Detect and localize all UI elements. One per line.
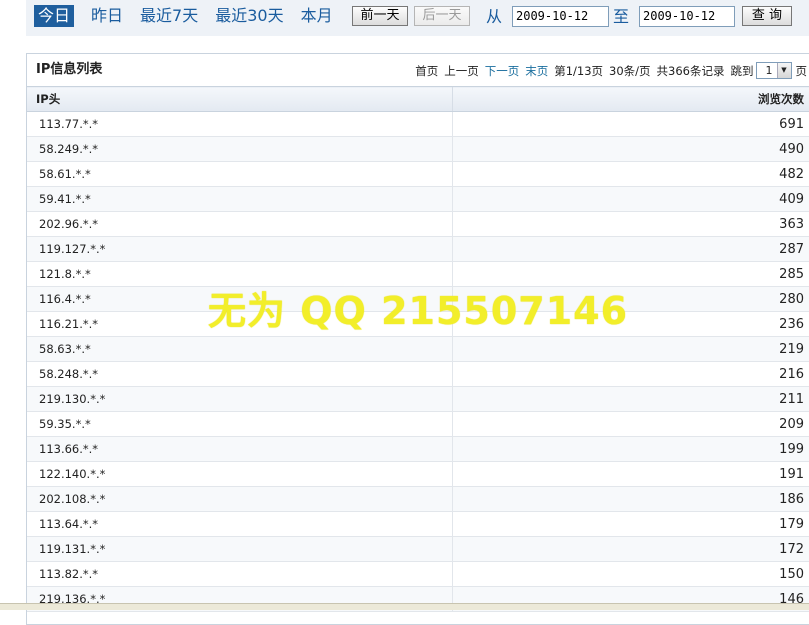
table-row: 219.130.*.*211 <box>27 387 809 412</box>
table-row: 58.249.*.*490 <box>27 137 809 162</box>
date-toolbar: 今日 昨日 最近7天 最近30天 本月 前一天 后一天 从 2009-10-12… <box>26 0 809 36</box>
ip-prefix-cell: 122.140.*.* <box>27 462 453 487</box>
pager-page-info: 第1/13页 <box>554 63 603 79</box>
pager-prev[interactable]: 上一页 <box>444 63 479 79</box>
ip-prefix-cell: 219.130.*.* <box>27 387 453 412</box>
range-tab-yesterday[interactable]: 昨日 <box>91 5 123 27</box>
view-count-cell: 150 <box>453 562 809 587</box>
ip-table: IP头 浏览次数 113.77.*.*69158.249.*.*49058.61… <box>27 86 809 612</box>
ip-prefix-cell: 113.82.*.* <box>27 562 453 587</box>
table-row: 113.82.*.*150 <box>27 562 809 587</box>
view-count-cell: 691 <box>453 112 809 137</box>
page-select[interactable]: 1 ▼ <box>756 62 792 79</box>
table-row: 58.248.*.*216 <box>27 362 809 387</box>
view-count-cell: 172 <box>453 537 809 562</box>
view-count-cell: 287 <box>453 237 809 262</box>
pager-page-unit: 页 <box>796 63 808 79</box>
table-row: 113.66.*.*199 <box>27 437 809 462</box>
table-row: 113.77.*.*691 <box>27 112 809 137</box>
to-label: 至 <box>613 6 629 28</box>
range-tab-this-month[interactable]: 本月 <box>301 5 333 27</box>
table-row: 122.140.*.*191 <box>27 462 809 487</box>
ip-prefix-cell: 58.249.*.* <box>27 137 453 162</box>
ip-prefix-cell: 119.127.*.* <box>27 237 453 262</box>
view-count-cell: 409 <box>453 187 809 212</box>
table-header-row: IP头 浏览次数 <box>27 87 809 112</box>
page-select-value: 1 <box>766 64 773 77</box>
range-tab-today[interactable]: 今日 <box>34 5 74 27</box>
pager-last[interactable]: 末页 <box>525 63 548 79</box>
pager-jump-label: 跳到 <box>731 63 754 79</box>
ip-prefix-cell: 59.41.*.* <box>27 187 453 212</box>
table-row: 59.41.*.*409 <box>27 187 809 212</box>
view-count-cell: 216 <box>453 362 809 387</box>
ip-prefix-cell: 202.96.*.* <box>27 212 453 237</box>
pager-total: 共366条记录 <box>657 63 725 79</box>
column-header-views[interactable]: 浏览次数 <box>453 87 809 112</box>
ip-prefix-cell: 59.35.*.* <box>27 412 453 437</box>
view-count-cell: 179 <box>453 512 809 537</box>
ip-list-panel: IP信息列表 首页 上一页 下一页 末页 第1/13页 30条/页 共366条记… <box>26 53 809 625</box>
pager-per-page: 30条/页 <box>609 63 651 79</box>
range-tabs: 今日 昨日 最近7天 最近30天 本月 <box>34 4 350 28</box>
ip-prefix-cell: 113.66.*.* <box>27 437 453 462</box>
table-row: 58.61.*.*482 <box>27 162 809 187</box>
pager-first[interactable]: 首页 <box>415 63 438 79</box>
table-row: 113.64.*.*179 <box>27 512 809 537</box>
view-count-cell: 482 <box>453 162 809 187</box>
ip-prefix-cell: 113.77.*.* <box>27 112 453 137</box>
query-button[interactable]: 查 询 <box>742 6 792 26</box>
range-tab-last-30-days[interactable]: 最近30天 <box>215 5 283 27</box>
column-header-ip[interactable]: IP头 <box>27 87 453 112</box>
prev-day-button[interactable]: 前一天 <box>352 6 408 26</box>
table-row: 119.131.*.*172 <box>27 537 809 562</box>
range-tab-last-7-days[interactable]: 最近7天 <box>140 5 198 27</box>
ip-prefix-cell: 58.248.*.* <box>27 362 453 387</box>
panel-title: IP信息列表 <box>36 58 102 77</box>
view-count-cell: 363 <box>453 212 809 237</box>
view-count-cell: 199 <box>453 437 809 462</box>
table-row: 202.96.*.*363 <box>27 212 809 237</box>
ip-prefix-cell: 58.61.*.* <box>27 162 453 187</box>
date-to-input[interactable]: 2009-10-12 <box>639 6 735 27</box>
ip-prefix-cell: 119.131.*.* <box>27 537 453 562</box>
view-count-cell: 490 <box>453 137 809 162</box>
table-row: 58.63.*.*219 <box>27 337 809 362</box>
ip-prefix-cell: 58.63.*.* <box>27 337 453 362</box>
ip-prefix-cell: 202.108.*.* <box>27 487 453 512</box>
view-count-cell: 211 <box>453 387 809 412</box>
date-from-input[interactable]: 2009-10-12 <box>512 6 609 27</box>
table-row: 119.127.*.*287 <box>27 237 809 262</box>
chevron-down-icon: ▼ <box>777 63 791 78</box>
next-day-button[interactable]: 后一天 <box>414 6 470 26</box>
table-body: 113.77.*.*69158.249.*.*49058.61.*.*48259… <box>27 112 809 612</box>
panel-header: IP信息列表 首页 上一页 下一页 末页 第1/13页 30条/页 共366条记… <box>27 54 809 86</box>
pager-next[interactable]: 下一页 <box>485 63 520 79</box>
watermark-text: 无为 QQ 215507146 <box>208 280 628 335</box>
pagination: 首页 上一页 下一页 末页 第1/13页 30条/页 共366条记录 跳到 1 … <box>409 62 807 79</box>
table-row: 202.108.*.*186 <box>27 487 809 512</box>
view-count-cell: 191 <box>453 462 809 487</box>
view-count-cell: 209 <box>453 412 809 437</box>
ip-prefix-cell: 113.64.*.* <box>27 512 453 537</box>
view-count-cell: 186 <box>453 487 809 512</box>
from-label: 从 <box>486 6 502 28</box>
table-row: 59.35.*.*209 <box>27 412 809 437</box>
view-count-cell: 219 <box>453 337 809 362</box>
